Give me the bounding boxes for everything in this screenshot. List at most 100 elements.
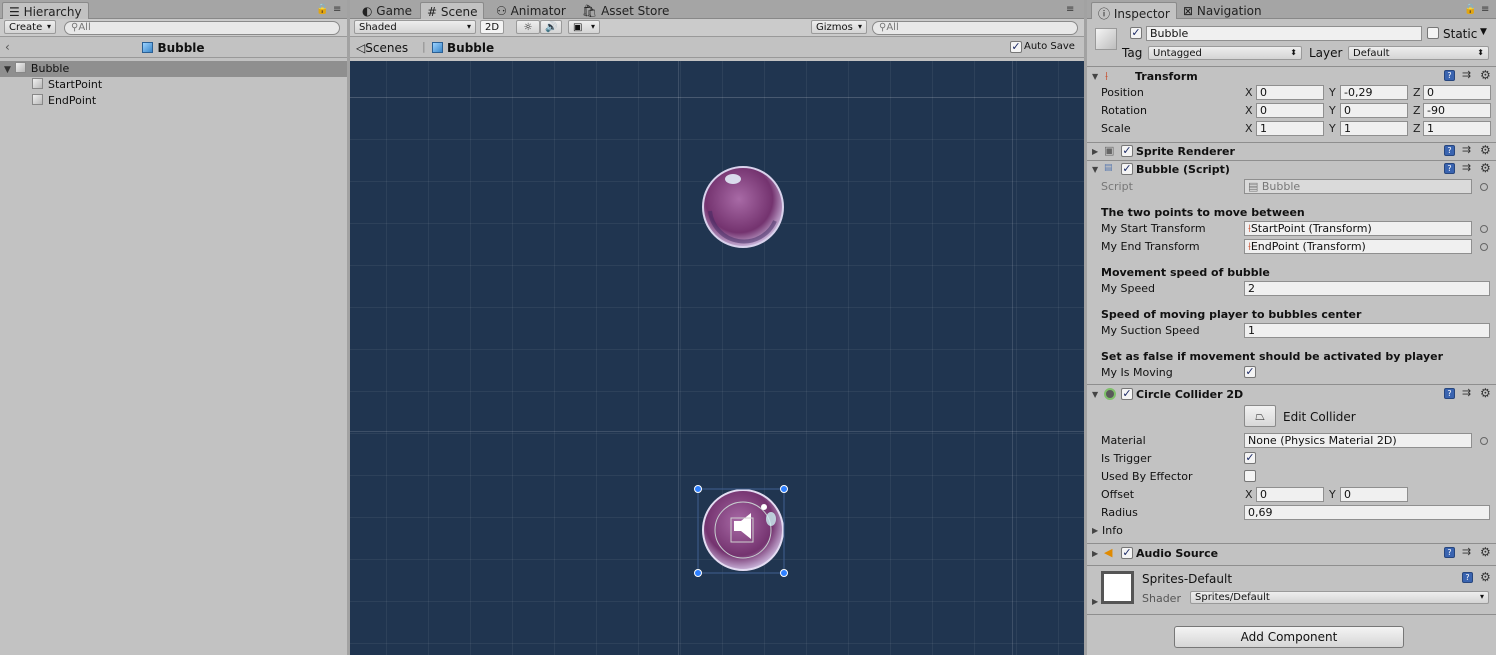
scale-y-field[interactable]: 1: [1340, 121, 1408, 136]
gameobject-icon: [14, 62, 26, 73]
audio-enabled-checkbox[interactable]: ✓: [1121, 547, 1133, 559]
add-component-button[interactable]: Add Component: [1174, 626, 1404, 648]
scale-z-field[interactable]: 1: [1423, 121, 1491, 136]
help-icon[interactable]: ?: [1444, 145, 1455, 156]
breadcrumb-bubble[interactable]: Bubble: [432, 41, 494, 55]
layer-dropdown[interactable]: Default ⬍: [1348, 46, 1489, 60]
tag-dropdown[interactable]: Untagged ⬍: [1148, 46, 1302, 60]
collapse-triangle-icon[interactable]: ▶: [1092, 147, 1098, 156]
expand-triangle-icon[interactable]: ▼: [1092, 165, 1098, 174]
object-picker-icon[interactable]: [1480, 437, 1488, 445]
radius-field[interactable]: 0,69: [1244, 505, 1490, 520]
preset-icon[interactable]: ⇉: [1462, 386, 1471, 399]
collapse-triangle-icon[interactable]: ▶: [1092, 597, 1098, 606]
scale-x-field[interactable]: 1: [1256, 121, 1324, 136]
preset-icon[interactable]: ⇉: [1462, 143, 1471, 156]
help-icon[interactable]: ?: [1444, 163, 1455, 174]
gear-icon[interactable]: ⚙: [1480, 161, 1491, 175]
bubble-endpoint-sprite[interactable]: [702, 166, 784, 248]
expand-triangle-icon[interactable]: ▼: [4, 65, 11, 75]
expand-triangle-icon[interactable]: ▼: [1092, 72, 1098, 81]
gizmos-dropdown[interactable]: Gizmos ▾: [811, 20, 867, 34]
tab-game[interactable]: ◐ Game: [356, 2, 418, 19]
edit-collider-button[interactable]: ⏢: [1244, 405, 1276, 427]
static-checkbox[interactable]: [1427, 27, 1439, 39]
object-name-input[interactable]: Bubble: [1146, 26, 1422, 41]
auto-save-checkbox[interactable]: ✓: [1010, 41, 1022, 53]
help-icon[interactable]: ?: [1444, 547, 1455, 558]
speed-field[interactable]: 2: [1244, 281, 1490, 296]
rotation-y-field[interactable]: 0: [1340, 103, 1408, 118]
shading-dropdown[interactable]: Shaded ▾: [354, 20, 476, 34]
is-moving-checkbox[interactable]: ✓: [1244, 366, 1256, 378]
inspector-tabbar: ⓘ Inspector ⊠ Navigation 🔒 ≡: [1087, 0, 1496, 21]
rotation-x-field[interactable]: 0: [1256, 103, 1324, 118]
sprite-renderer-enabled-checkbox[interactable]: ✓: [1121, 145, 1133, 157]
collapse-triangle-icon[interactable]: ▶: [1092, 549, 1098, 558]
tab-inspector[interactable]: ⓘ Inspector: [1091, 2, 1177, 21]
panel-menu-icon[interactable]: ≡: [1066, 4, 1074, 15]
tab-animator[interactable]: ⚇ Animator: [490, 2, 572, 19]
tab-asset-store[interactable]: 🛍 Asset Store: [576, 2, 675, 19]
panel-menu-icon[interactable]: ≡: [1481, 4, 1489, 15]
tab-navigation[interactable]: ⊠ Navigation: [1177, 2, 1268, 19]
2d-toggle[interactable]: 2D: [480, 20, 504, 34]
audio-toggle[interactable]: 🔊: [540, 20, 562, 34]
dropdown-arrow-icon: ▾: [1479, 592, 1484, 601]
active-checkbox[interactable]: ✓: [1130, 27, 1142, 39]
inspector-panel: ⓘ Inspector ⊠ Navigation 🔒 ≡ ✓ Bubble St…: [1087, 0, 1496, 655]
create-dropdown[interactable]: Create ▾: [4, 20, 56, 34]
breadcrumb-scenes[interactable]: ◁Scenes: [356, 41, 408, 55]
preset-icon[interactable]: ⇉: [1462, 545, 1471, 558]
lock-icon[interactable]: 🔒: [316, 4, 328, 15]
gear-icon[interactable]: ⚙: [1480, 570, 1491, 584]
start-transform-field[interactable]: ⟊StartPoint (Transform): [1244, 221, 1472, 236]
hierarchy-search-input[interactable]: ⚲All: [64, 21, 340, 35]
effects-dropdown[interactable]: ▣ ▾: [568, 20, 600, 34]
expand-triangle-icon[interactable]: ▼: [1092, 390, 1098, 399]
gear-icon[interactable]: ⚙: [1480, 386, 1491, 400]
offset-x-field[interactable]: 0: [1256, 487, 1324, 502]
position-z-field[interactable]: 0: [1423, 85, 1491, 100]
gear-icon[interactable]: ⚙: [1480, 545, 1491, 559]
collapse-triangle-icon[interactable]: ▶: [1092, 526, 1098, 535]
is-trigger-checkbox[interactable]: ✓: [1244, 452, 1256, 464]
tab-hierarchy[interactable]: ☰ Hierarchy: [2, 2, 89, 19]
end-transform-field[interactable]: ⟊EndPoint (Transform): [1244, 239, 1472, 254]
used-by-effector-checkbox[interactable]: [1244, 470, 1256, 482]
help-icon[interactable]: ?: [1444, 70, 1455, 81]
static-dropdown-arrow-icon[interactable]: ▼: [1480, 27, 1487, 37]
lighting-toggle[interactable]: ☼: [516, 20, 540, 34]
suction-speed-field[interactable]: 1: [1244, 323, 1490, 338]
scene-search-input[interactable]: ⚲All: [872, 21, 1078, 35]
object-picker-icon[interactable]: [1480, 225, 1488, 233]
help-icon[interactable]: ?: [1462, 572, 1473, 583]
hierarchy-item-endpoint[interactable]: EndPoint: [0, 93, 347, 109]
unity-logo-icon: ◁: [356, 41, 366, 55]
tab-scene[interactable]: # Scene: [420, 2, 485, 19]
material-field[interactable]: None (Physics Material 2D): [1244, 433, 1472, 448]
hierarchy-item-startpoint[interactable]: StartPoint: [0, 77, 347, 93]
axis-x-label: X: [1245, 86, 1253, 99]
shader-label: Shader: [1142, 592, 1181, 605]
transform-icon: ⟊: [1105, 69, 1109, 83]
collider-enabled-checkbox[interactable]: ✓: [1121, 388, 1133, 400]
preset-icon[interactable]: ⇉: [1462, 68, 1471, 81]
object-picker-icon[interactable]: [1480, 183, 1488, 191]
help-icon[interactable]: ?: [1444, 388, 1455, 399]
object-picker-icon[interactable]: [1480, 243, 1488, 251]
hierarchy-item-bubble[interactable]: ▼ Bubble: [0, 61, 347, 77]
position-y-field[interactable]: -0,29: [1340, 85, 1408, 100]
scene-viewport[interactable]: [350, 61, 1084, 655]
offset-y-field[interactable]: 0: [1340, 487, 1408, 502]
gear-icon[interactable]: ⚙: [1480, 143, 1491, 157]
info-foldout[interactable]: Info: [1102, 524, 1123, 537]
preset-icon[interactable]: ⇉: [1462, 161, 1471, 174]
lock-icon[interactable]: 🔒: [1464, 4, 1476, 15]
gear-icon[interactable]: ⚙: [1480, 68, 1491, 82]
script-enabled-checkbox[interactable]: ✓: [1121, 163, 1133, 175]
panel-menu-icon[interactable]: ≡: [333, 4, 341, 15]
position-x-field[interactable]: 0: [1256, 85, 1324, 100]
rotation-z-field[interactable]: -90: [1423, 103, 1491, 118]
shader-dropdown[interactable]: Sprites/Default ▾: [1190, 591, 1489, 604]
